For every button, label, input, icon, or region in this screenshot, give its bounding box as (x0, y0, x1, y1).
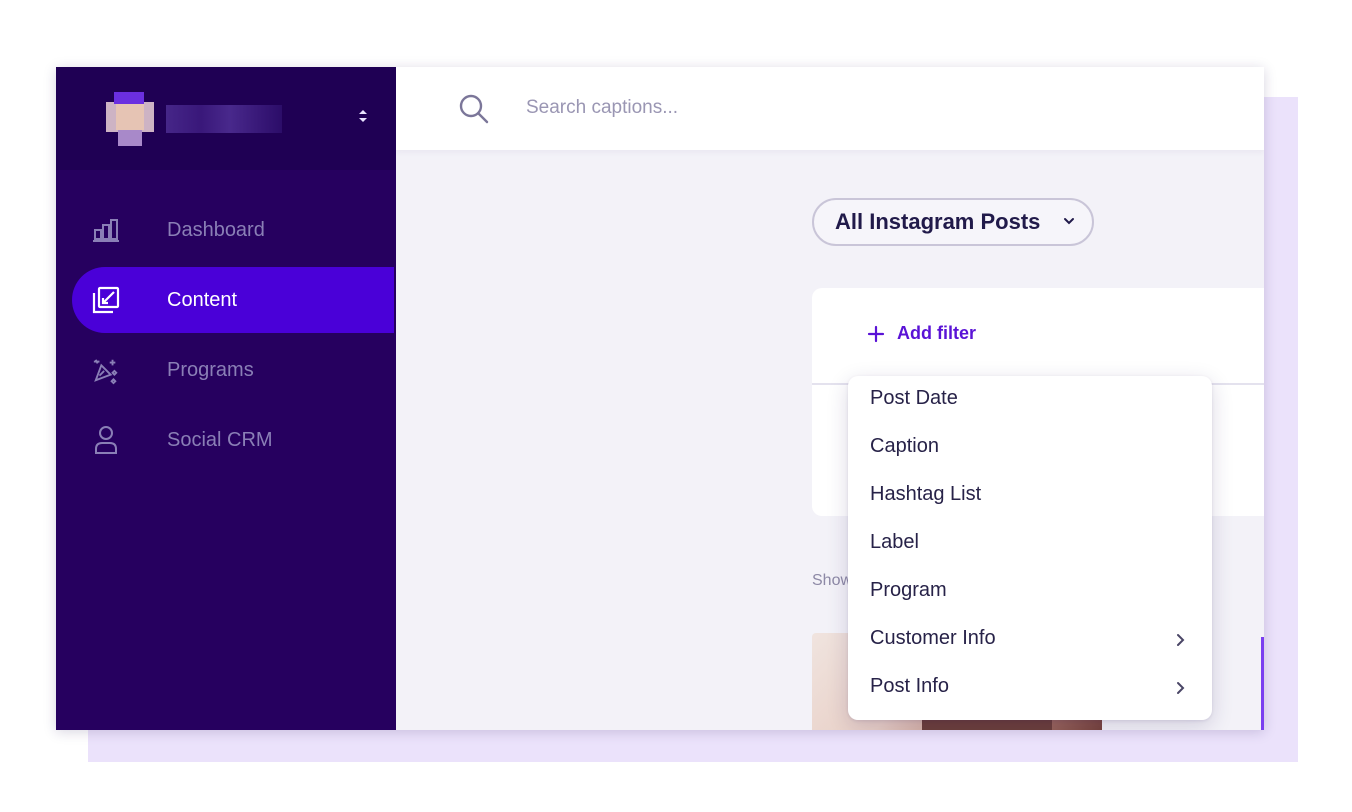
search-icon (458, 93, 490, 125)
view-selector-label: All Instagram Posts (835, 209, 1041, 234)
sidebar: Dashboard Content Programs Social CRM (56, 67, 396, 730)
sidebar-nav: Dashboard Content Programs Social CRM (56, 197, 396, 477)
avatar (106, 92, 154, 146)
menu-item-label: Post Date (870, 386, 958, 409)
chevron-down-icon (1062, 214, 1076, 228)
menu-item-label: Caption (870, 434, 939, 457)
card-selection-edge (1261, 637, 1264, 730)
sidebar-item-label: Dashboard (167, 218, 265, 241)
sidebar-item-dashboard[interactable]: Dashboard (56, 197, 396, 263)
org-name-redacted (166, 105, 282, 133)
bar-chart-icon (92, 216, 120, 244)
gallery-edit-icon (92, 286, 120, 314)
menu-item-hashtag-list[interactable]: Hashtag List (848, 470, 1212, 518)
sidebar-item-label: Social CRM (167, 428, 273, 451)
menu-item-post-info[interactable]: Post Info (848, 662, 1212, 710)
menu-item-label-filter[interactable]: Label (848, 518, 1212, 566)
menu-item-label: Post Info (870, 674, 949, 697)
sidebar-item-content[interactable]: Content (72, 267, 394, 333)
menu-item-caption[interactable]: Caption (848, 422, 1212, 470)
view-selector[interactable]: All Instagram Posts (812, 198, 1094, 246)
add-filter-button[interactable]: Add filter (867, 323, 976, 344)
chevron-right-icon (1174, 678, 1186, 694)
add-filter-label: Add filter (897, 323, 976, 343)
sidebar-item-social-crm[interactable]: Social CRM (56, 407, 396, 473)
filter-dropdown-menu: Post Date Caption Hashtag List Label Pro… (848, 376, 1212, 720)
top-bar (396, 67, 1264, 150)
sidebar-item-label: Programs (167, 358, 254, 381)
menu-item-post-date[interactable]: Post Date (848, 374, 1212, 422)
menu-item-customer-info[interactable]: Customer Info (848, 614, 1212, 662)
menu-item-label: Label (870, 530, 919, 553)
menu-item-program[interactable]: Program (848, 566, 1212, 614)
org-switcher[interactable] (56, 67, 396, 170)
sidebar-item-label: Content (167, 288, 238, 311)
menu-item-label: Customer Info (870, 626, 996, 649)
chevron-right-icon (1174, 630, 1186, 646)
menu-item-label: Program (870, 578, 947, 601)
sort-arrows-icon[interactable] (356, 105, 370, 127)
menu-item-label: Hashtag List (870, 482, 982, 505)
search-input[interactable] (524, 89, 1128, 127)
app-window: Dashboard Content Programs Social CRM Se… (56, 67, 1264, 730)
results-count-text: Show (812, 572, 852, 589)
sidebar-item-programs[interactable]: Programs (56, 337, 396, 403)
person-icon (92, 426, 120, 454)
sparkle-wand-icon (92, 356, 120, 385)
plus-icon (867, 325, 885, 343)
